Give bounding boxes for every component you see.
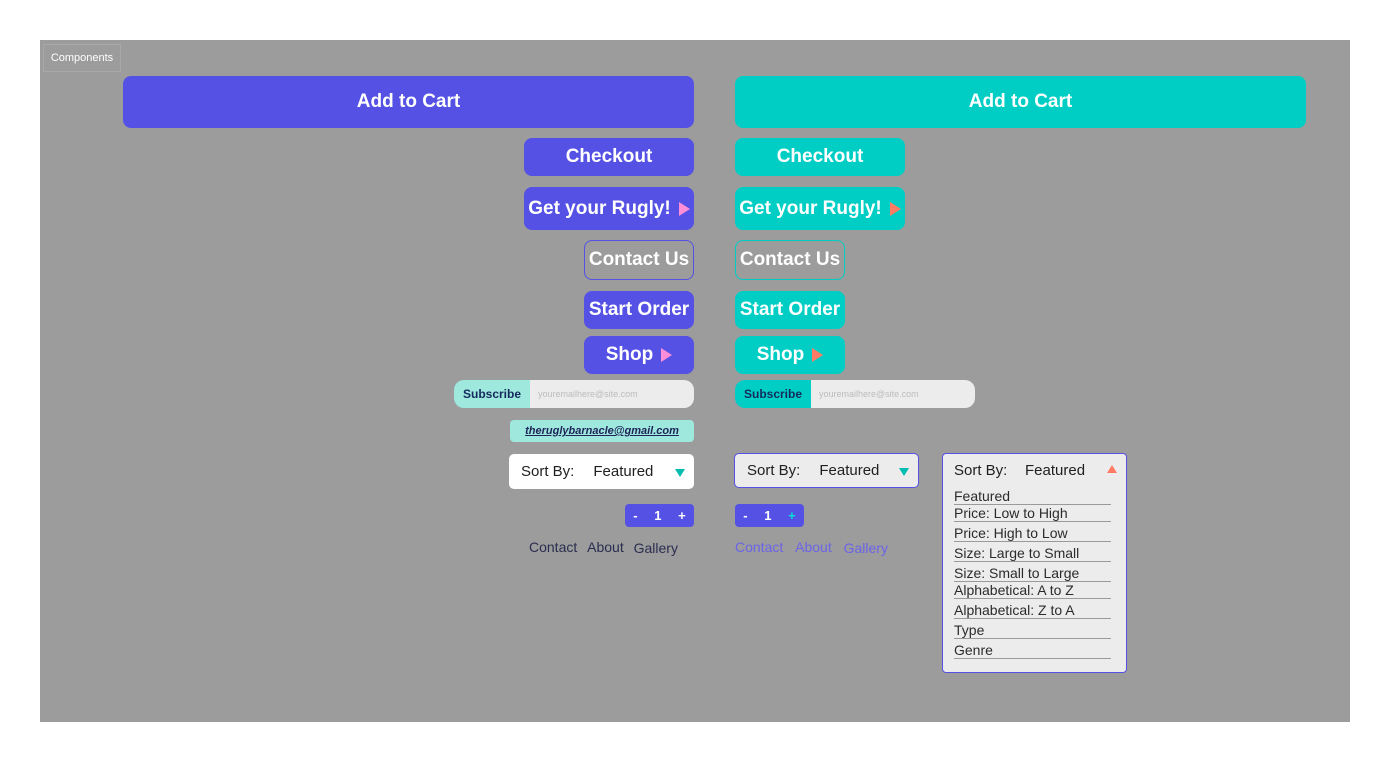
play-icon (812, 348, 824, 362)
sort-label: Sort By: (747, 462, 801, 479)
quantity-value: 1 (654, 508, 662, 523)
email-input[interactable] (530, 380, 694, 408)
sort-option-featured[interactable]: Featured (954, 488, 1111, 505)
get-rugly-label: Get your Rugly! (739, 197, 882, 219)
play-icon (661, 348, 673, 362)
nav-contact[interactable]: Contact (735, 539, 783, 555)
sort-option-size-small-large[interactable]: Size: Small to Large (954, 565, 1111, 582)
caret-down-icon (675, 469, 685, 477)
contact-us-button-teal[interactable]: Contact Us (735, 240, 845, 280)
play-icon (678, 201, 690, 216)
sort-option-price-high-low[interactable]: Price: High to Low (954, 525, 1111, 542)
quantity-stepper-teal: - 1 + (735, 504, 804, 527)
quantity-stepper: - 1 + (625, 504, 694, 527)
increment-button[interactable]: + (678, 508, 686, 523)
checkout-label: Checkout (776, 146, 864, 167)
caret-down-icon (899, 468, 909, 476)
nav-about[interactable]: About (587, 539, 624, 555)
subscribe-button[interactable]: Subscribe (454, 380, 530, 408)
sort-option-type[interactable]: Type (954, 622, 1111, 639)
subscribe-form-teal: Subscribe (735, 380, 975, 408)
start-order-label: Start Order (739, 299, 841, 320)
shop-button-teal[interactable]: Shop (735, 336, 845, 374)
email-input[interactable] (811, 380, 975, 408)
play-icon (889, 201, 901, 216)
shop-label: Shop (605, 344, 654, 365)
caret-up-icon (1107, 465, 1117, 473)
nav-gallery[interactable]: Gallery (844, 540, 888, 556)
sort-option-genre[interactable]: Genre (954, 642, 1111, 659)
subscribe-form: Subscribe (454, 380, 694, 408)
checkout-button[interactable]: Checkout (524, 138, 694, 176)
sort-option-size-large-small[interactable]: Size: Large to Small (954, 545, 1111, 562)
email-link[interactable]: theruglybarnacle@gmail.com (510, 420, 694, 442)
components-frame (40, 40, 1350, 722)
sort-value: Featured (1025, 462, 1086, 479)
start-order-label: Start Order (588, 299, 690, 320)
increment-button[interactable]: + (788, 508, 796, 523)
shop-label: Shop (756, 344, 805, 365)
sort-dropdown-open[interactable]: Sort By: Featured Featured Price: Low to… (942, 453, 1127, 673)
sort-value: Featured (819, 462, 880, 479)
shop-button[interactable]: Shop (584, 336, 694, 374)
sort-value: Featured (593, 463, 654, 480)
quantity-value: 1 (764, 508, 772, 523)
add-to-cart-label: Add to Cart (968, 91, 1073, 112)
add-to-cart-label: Add to Cart (356, 91, 461, 112)
nav-gallery[interactable]: Gallery (634, 540, 678, 556)
footer-nav-teal: Contact About Gallery (735, 539, 910, 559)
sort-select-teal[interactable]: Sort By: Featured (734, 453, 919, 488)
decrement-button[interactable]: - (633, 508, 637, 523)
get-rugly-label: Get your Rugly! (528, 197, 671, 219)
subscribe-button[interactable]: Subscribe (735, 380, 811, 408)
sort-option-price-low-high[interactable]: Price: Low to High (954, 505, 1111, 522)
sort-label: Sort By: (521, 463, 575, 480)
contact-us-label: Contact Us (739, 249, 841, 270)
footer-nav: Contact About Gallery (529, 539, 699, 559)
sort-option-alpha-z-a[interactable]: Alphabetical: Z to A (954, 602, 1111, 619)
add-to-cart-button[interactable]: Add to Cart (123, 76, 694, 128)
nav-contact[interactable]: Contact (529, 539, 577, 555)
contact-us-label: Contact Us (588, 249, 690, 270)
sort-select[interactable]: Sort By: Featured (509, 454, 694, 489)
get-rugly-button-teal[interactable]: Get your Rugly! (735, 187, 905, 230)
decrement-button[interactable]: - (743, 508, 747, 523)
nav-about[interactable]: About (795, 539, 832, 555)
get-rugly-button[interactable]: Get your Rugly! (524, 187, 694, 230)
frame-label: Components (43, 44, 121, 72)
sort-option-alpha-a-z[interactable]: Alphabetical: A to Z (954, 582, 1111, 599)
checkout-button-teal[interactable]: Checkout (735, 138, 905, 176)
start-order-button-teal[interactable]: Start Order (735, 291, 845, 329)
contact-us-button[interactable]: Contact Us (584, 240, 694, 280)
checkout-label: Checkout (565, 146, 653, 167)
sort-label: Sort By: (954, 462, 1008, 479)
add-to-cart-button-teal[interactable]: Add to Cart (735, 76, 1306, 128)
start-order-button[interactable]: Start Order (584, 291, 694, 329)
